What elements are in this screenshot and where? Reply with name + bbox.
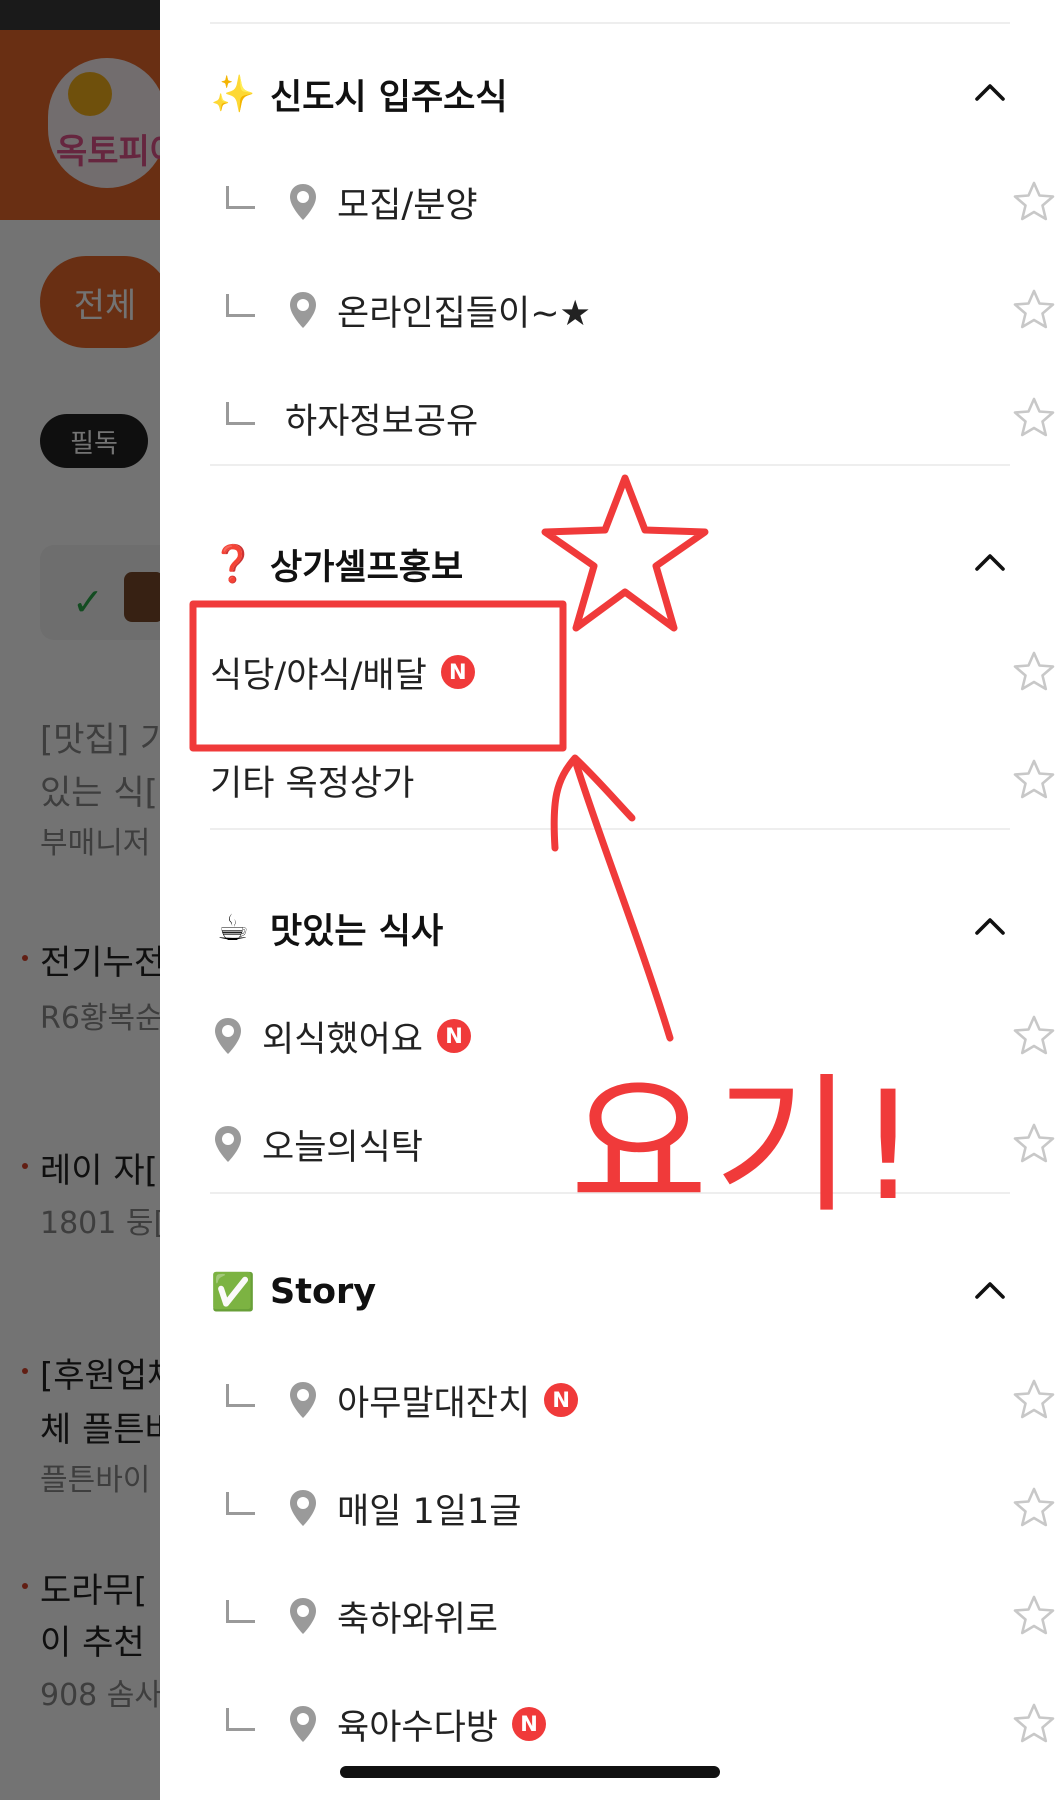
board-name: 온라인집들이~★ — [337, 293, 591, 334]
section-header[interactable]: ✅ Story — [210, 1262, 376, 1322]
map-pin-icon — [210, 1014, 246, 1058]
board-menu-item[interactable]: 외식했어요 N — [210, 996, 1055, 1076]
new-badge: N — [544, 1383, 579, 1417]
collapse-section-button[interactable] — [960, 1262, 1020, 1322]
favorite-star-icon[interactable] — [1006, 390, 1060, 446]
board-name: 하자정보공유 — [285, 401, 479, 442]
tree-branch-icon — [226, 1707, 255, 1731]
section-title: Story — [270, 1272, 377, 1312]
board-name: 모집/분양 — [337, 185, 478, 226]
chevron-up-icon — [973, 1279, 1007, 1305]
board-menu-item[interactable]: 기타 옥정상가 — [210, 740, 1055, 820]
board-name: 기타 옥정상가 — [210, 763, 415, 804]
section-divider — [210, 1192, 1010, 1194]
board-menu-item[interactable]: 오늘의식탁 — [210, 1104, 1055, 1184]
section-title: 맛있는 식사 — [270, 911, 444, 952]
question-mark-icon: ❓ — [210, 544, 256, 585]
tree-branch-icon — [226, 1599, 255, 1623]
board-menu-item[interactable]: 아무말대잔치 N — [210, 1360, 1055, 1440]
board-menu-item[interactable]: 온라인집들이~★ — [210, 270, 1055, 350]
map-pin-icon — [285, 1702, 321, 1746]
new-badge: N — [440, 655, 475, 689]
favorite-star-icon[interactable] — [1006, 1588, 1060, 1644]
divider — [210, 22, 1010, 24]
check-mark-icon: ✅ — [210, 1272, 256, 1313]
collapse-section-button[interactable] — [960, 64, 1020, 124]
board-name: 매일 1일1글 — [337, 1491, 522, 1532]
section-header[interactable]: ☕ 맛있는 식사 — [210, 898, 443, 958]
board-menu-item[interactable]: 모집/분양 — [210, 162, 1055, 242]
board-name: 축하와위로 — [337, 1599, 499, 1640]
tree-branch-icon — [226, 1491, 255, 1515]
chevron-up-icon — [973, 915, 1007, 941]
map-pin-icon — [285, 1594, 321, 1638]
coffee-cup-icon: ☕ — [216, 907, 250, 949]
board-name: 식당/야식/배달 — [210, 655, 427, 696]
collapse-section-button[interactable] — [960, 898, 1020, 958]
favorite-star-icon[interactable] — [1006, 282, 1060, 338]
board-name: 오늘의식탁 — [262, 1127, 424, 1168]
board-menu-item[interactable]: 식당/야식/배달 N — [210, 632, 1055, 712]
favorite-star-icon[interactable] — [1006, 174, 1060, 230]
board-menu-item[interactable]: 축하와위로 — [210, 1576, 1055, 1656]
map-pin-icon — [210, 1122, 246, 1166]
board-menu-item[interactable]: 매일 1일1글 — [210, 1468, 1055, 1548]
section-title: 신도시 입주소식 — [270, 77, 508, 118]
tree-branch-icon — [226, 293, 255, 317]
sparkles-icon: ✨ — [210, 74, 256, 115]
favorite-star-icon[interactable] — [1006, 644, 1060, 700]
board-name: 외식했어요 — [262, 1019, 424, 1060]
favorite-star-icon[interactable] — [1006, 1696, 1060, 1752]
section-header[interactable]: ✨ 신도시 입주소식 — [210, 64, 508, 124]
section-header[interactable]: ❓ 상가셀프홍보 — [210, 534, 464, 594]
favorite-star-icon[interactable] — [1006, 752, 1060, 808]
favorite-star-icon[interactable] — [1006, 1008, 1060, 1064]
map-pin-icon — [285, 1378, 321, 1422]
favorite-star-icon[interactable] — [1006, 1372, 1060, 1428]
new-badge: N — [512, 1707, 547, 1741]
home-indicator — [340, 1766, 720, 1778]
board-menu-drawer: ✨ 신도시 입주소식모집/분양온라인집들이~★ 하자정보공유 ❓ 상가셀프홍보식당/야식… — [160, 0, 1060, 1800]
tree-branch-icon — [226, 1383, 255, 1407]
chevron-up-icon — [973, 81, 1007, 107]
favorite-star-icon[interactable] — [1006, 1116, 1060, 1172]
board-menu-item[interactable]: 하자정보공유 — [210, 378, 1055, 458]
section-title: 상가셀프홍보 — [270, 547, 464, 588]
tree-branch-icon — [226, 401, 255, 425]
section-divider — [210, 828, 1010, 830]
board-menu-item[interactable]: 육아수다방 N — [210, 1684, 1055, 1764]
collapse-section-button[interactable] — [960, 534, 1020, 594]
new-badge: N — [437, 1019, 472, 1053]
board-name: 육아수다방 — [337, 1707, 499, 1748]
chevron-up-icon — [973, 551, 1007, 577]
section-divider — [210, 464, 1010, 466]
map-pin-icon — [285, 288, 321, 332]
map-pin-icon — [285, 1486, 321, 1530]
favorite-star-icon[interactable] — [1006, 1480, 1060, 1536]
map-pin-icon — [285, 180, 321, 224]
board-name: 아무말대잔치 — [337, 1383, 531, 1424]
tree-branch-icon — [226, 185, 255, 209]
